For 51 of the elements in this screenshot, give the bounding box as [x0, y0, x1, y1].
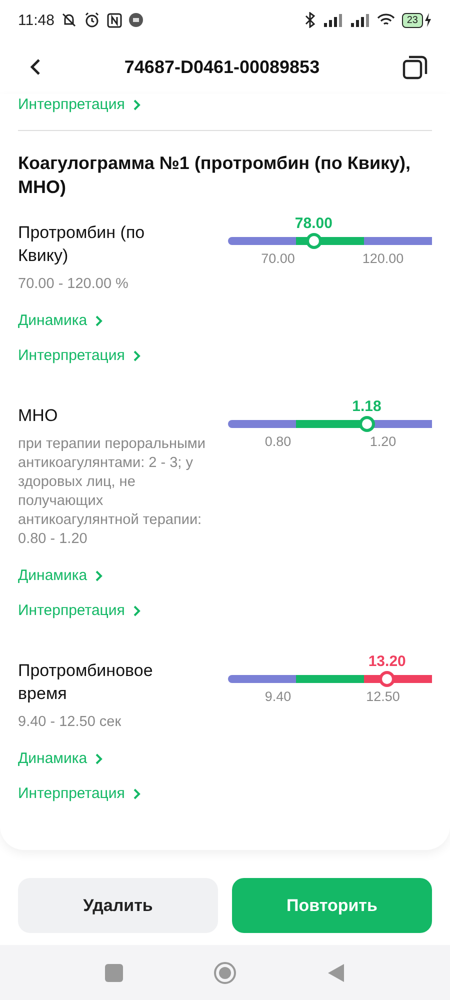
reference-range: при терапии пероральными антикоагулянтами: 2 - 3; у здоровых лиц, не получающих антикоагулянтной терапии: 0.80 - 1.20	[18, 435, 206, 549]
chevron-icon	[132, 788, 141, 800]
circle-icon	[213, 960, 237, 984]
result-value: 78.00	[294, 215, 332, 232]
page-title: 74687-D0461-00089853	[123, 56, 321, 78]
chevron-icon	[95, 314, 104, 326]
range-min-label: 70.00	[261, 251, 295, 266]
copy-icon	[402, 54, 428, 80]
interpretation-link[interactable]: Интерпретация	[18, 785, 141, 802]
chevron-icon	[95, 752, 104, 764]
interpretation-link[interactable]: Интерпретация	[18, 96, 141, 113]
result-value: 13.20	[368, 653, 406, 670]
range-max-label: 12.50	[366, 689, 400, 704]
range-min-label: 9.40	[264, 689, 292, 704]
home-button[interactable]	[213, 960, 237, 984]
muted-bell-icon	[61, 12, 78, 28]
signal-icon	[322, 13, 343, 27]
nfc-icon	[107, 12, 122, 28]
reference-range: 9.40 - 12.50 сек	[18, 713, 122, 732]
wifi-icon	[376, 13, 395, 27]
range-min-label: 0.80	[264, 434, 292, 449]
dynamics-link[interactable]: Динамика	[18, 567, 104, 584]
interpretation-link[interactable]: Интерпретация	[18, 602, 141, 619]
chevron-icon	[95, 570, 104, 582]
time-text: 11:48	[18, 12, 54, 28]
back-icon	[28, 57, 42, 77]
bluetooth-icon	[304, 12, 316, 28]
reference-range: 70.00 - 120.00 %	[18, 275, 130, 294]
triangle-icon	[327, 962, 345, 982]
test-name: Протромбин (по Квику)	[18, 222, 146, 267]
chevron-icon	[132, 604, 141, 616]
range-max-label: 1.20	[370, 434, 396, 449]
app-icon	[129, 13, 144, 27]
dynamics-link[interactable]: Динамика	[18, 750, 104, 767]
result-value: 1.18	[352, 398, 382, 415]
alarm-icon	[84, 12, 100, 28]
back-nav-button[interactable]	[327, 962, 345, 982]
repeat-button[interactable]: Повторить	[232, 878, 432, 933]
recents-button[interactable]	[105, 964, 123, 982]
chevron-icon	[132, 350, 141, 362]
section-title: Коагулограмма №1 (протромбин (по Квику), МНО)	[18, 152, 412, 199]
delete-button[interactable]: Удалить	[18, 878, 218, 933]
square-icon	[105, 964, 123, 982]
signal-icon	[350, 13, 370, 27]
battery-icon: 23	[402, 12, 423, 28]
test-name: МНО	[18, 405, 59, 427]
range-max-label: 120.00	[362, 251, 404, 266]
chevron-icon	[132, 98, 141, 110]
interpretation-link[interactable]: Интерпретация	[18, 347, 141, 364]
dynamics-link[interactable]: Динамика	[18, 312, 104, 329]
test-name: Протромбиновое время	[18, 660, 154, 705]
